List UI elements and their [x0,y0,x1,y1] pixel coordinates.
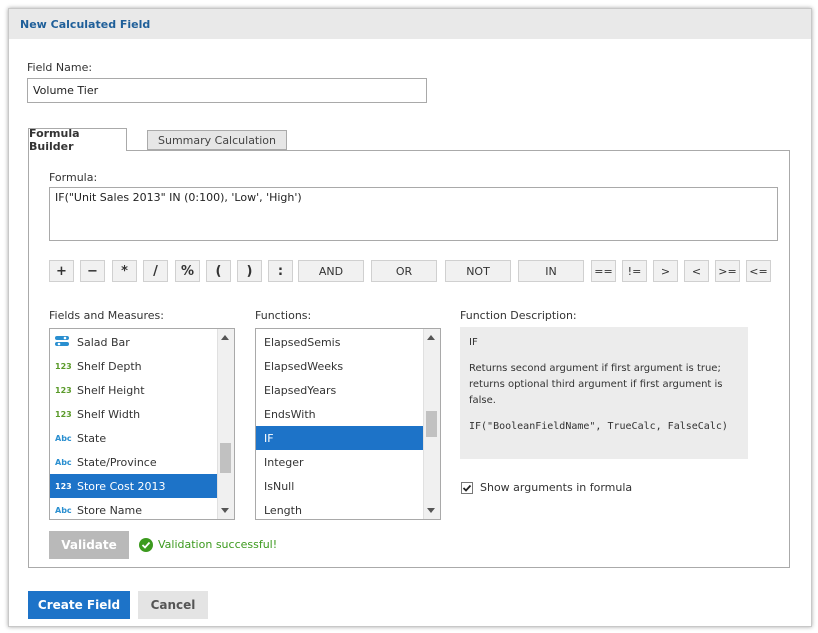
text-type-icon: Abc [55,505,72,515]
list-item[interactable]: IsNull [256,474,424,498]
list-item-label: Shelf Height [77,383,145,397]
operator-less-button[interactable]: < [684,260,709,282]
list-item-selected[interactable]: IF [256,426,424,450]
list-item-label: Salad Bar [77,335,130,349]
scrollbar-thumb[interactable] [220,443,231,473]
scroll-up-arrow-icon[interactable] [221,335,229,340]
operator-in-button[interactable]: IN [518,260,584,282]
list-item-label: Store Name [77,503,143,517]
tab-formula-builder[interactable]: Formula Builder [28,127,127,153]
operator-close-paren-button[interactable]: ) [237,260,262,282]
field-name-input[interactable]: Volume Tier [27,78,427,103]
functions-scrollbar[interactable] [423,329,440,519]
operator-plus-button[interactable]: + [49,260,74,282]
operator-equals-button[interactable]: == [591,260,616,282]
create-field-button[interactable]: Create Field [28,591,130,619]
fields-scrollbar[interactable] [217,329,234,519]
operator-not-button[interactable]: NOT [445,260,511,282]
numeric-type-icon: 123 [55,361,72,371]
operator-multiply-button[interactable]: * [112,260,137,282]
formula-textarea[interactable]: IF("Unit Sales 2013" IN (0:100), 'Low', … [49,187,778,241]
list-item-label: Shelf Width [77,407,141,421]
show-arguments-checkbox[interactable] [461,482,473,494]
list-item[interactable]: 123 Shelf Height [50,378,218,402]
validate-button[interactable]: Validate [49,531,129,559]
list-item[interactable]: 123 Shelf Width [50,402,218,426]
function-name: IF [469,337,478,348]
scroll-down-arrow-icon[interactable] [221,508,229,513]
operator-less-equal-button[interactable]: <= [746,260,771,282]
list-item[interactable]: 123 Shelf Depth [50,354,218,378]
success-check-icon [139,538,153,552]
checkmark-icon [462,484,472,492]
list-item[interactable]: Integer [256,450,424,474]
operator-not-equals-button[interactable]: != [622,260,647,282]
list-item[interactable]: Salad Bar [50,330,218,354]
toggle-icon [55,336,73,348]
function-syntax: IF("BooleanFieldName", TrueCalc, FalseCa… [469,421,728,432]
cancel-button[interactable]: Cancel [138,591,208,619]
operator-and-button[interactable]: AND [298,260,364,282]
operator-modulo-button[interactable]: % [175,260,200,282]
validation-status: Validation successful! [158,538,278,551]
scroll-up-arrow-icon[interactable] [427,335,435,340]
dialog-title: New Calculated Field [20,18,151,31]
function-description-box: IF Returns second argument if first argu… [460,327,748,459]
list-item-label: Shelf Depth [77,359,142,373]
field-name-label: Field Name: [27,61,93,74]
list-item[interactable]: Length [256,498,424,519]
fields-listbox[interactable]: Salad Bar 123 Shelf Depth 123 Shelf Heig… [49,328,235,520]
functions-listbox[interactable]: ElapsedSemis ElapsedWeeks ElapsedYears E… [255,328,441,520]
functions-label: Functions: [255,309,312,322]
list-item[interactable]: ElapsedSemis [256,330,424,354]
list-item[interactable]: ElapsedYears [256,378,424,402]
tab-summary-calculation[interactable]: Summary Calculation [147,130,287,150]
dialog-header: New Calculated Field [9,9,811,39]
numeric-type-icon: 123 [55,409,72,419]
operator-open-paren-button[interactable]: ( [206,260,231,282]
scroll-down-arrow-icon[interactable] [427,508,435,513]
operator-colon-button[interactable]: : [268,260,293,282]
operator-or-button[interactable]: OR [371,260,437,282]
numeric-type-icon: 123 [55,481,72,491]
text-type-icon: Abc [55,433,72,443]
list-item[interactable]: ElapsedWeeks [256,354,424,378]
list-item[interactable]: EndsWith [256,402,424,426]
fields-label: Fields and Measures: [49,309,164,322]
numeric-type-icon: 123 [55,385,72,395]
list-item-label: Store Cost 2013 [77,479,166,493]
new-calculated-field-dialog: New Calculated Field Field Name: Volume … [8,8,812,627]
list-item-label: State/Province [77,455,157,469]
function-description-text: Returns second argument if first argumen… [469,363,723,406]
list-item[interactable]: Abc State/Province [50,450,218,474]
show-arguments-label: Show arguments in formula [480,481,633,494]
text-type-icon: Abc [55,457,72,467]
operator-greater-button[interactable]: > [653,260,678,282]
list-item[interactable]: Abc Store Name [50,498,218,519]
list-item-label: State [77,431,107,445]
operator-divide-button[interactable]: / [143,260,168,282]
function-description-label: Function Description: [460,309,577,322]
operator-greater-equal-button[interactable]: >= [715,260,740,282]
list-item-selected[interactable]: 123 Store Cost 2013 [50,474,218,498]
formula-label: Formula: [49,171,98,184]
operator-minus-button[interactable]: − [80,260,105,282]
scrollbar-thumb[interactable] [426,411,437,437]
list-item[interactable]: Abc State [50,426,218,450]
